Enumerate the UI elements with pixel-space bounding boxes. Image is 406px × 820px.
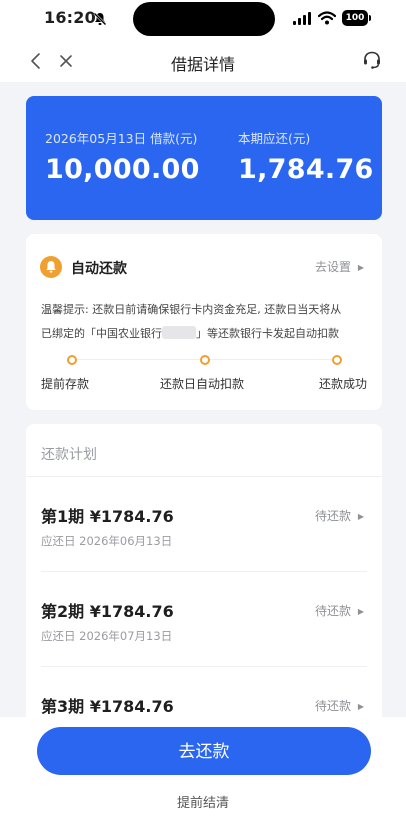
repay-button[interactable]: 去还款 [37,727,371,775]
plan-row-2[interactable]: 第2期 ¥1784.76 待还款 ▶ 应还日 2026年07月13日 [26,572,382,667]
timeline-dot [200,355,210,365]
installment-title: 第2期 ¥1784.76 [41,602,174,621]
blurred-bank-name [162,326,196,339]
installment-status: 待还款 ▶ [315,602,364,619]
battery-indicator: 100 [342,10,372,26]
installment-status: 待还款 ▶ [315,507,364,524]
timeline-dot [332,355,342,365]
customer-service-icon[interactable] [361,49,383,71]
loan-date-label: 2026年05月13日 借款(元) [45,131,198,146]
tip-line-2: 已绑定的「中国农业银行 」等还款银行卡发起自动扣款 [41,322,371,346]
installment-status-label: 待还款 [315,699,352,713]
page-title: 借据详情 [170,55,235,74]
plan-row-1[interactable]: 第1期 ¥1784.76 待还款 ▶ 应还日 2026年06月13日 [26,477,382,572]
timeline-dot [67,355,77,365]
installment-status-label: 待还款 [315,509,352,523]
auto-repay-title: 自动还款 [71,261,127,277]
due-amount-label: 本期应还(元) [238,131,311,146]
triangle-right-icon: ▶ [357,607,364,616]
triangle-right-icon: ▶ [357,263,364,272]
triangle-right-icon: ▶ [357,512,364,521]
status-time: 16:20 [44,8,96,27]
installment-title: 第1期 ¥1784.76 [41,507,174,526]
bell-icon [40,256,62,278]
setup-link[interactable]: 去设置 ▶ [315,258,364,275]
auto-repay-card: 自动还款 去设置 ▶ 温馨提示: 还款日前请确保银行卡内资金充足, 还款日当天将… [26,234,382,410]
loan-summary-card: 2026年05月13日 借款(元) 10,000.00 本期应还(元) 1,78… [26,96,382,220]
tip-text: 温馨提示: 还款日前请确保银行卡内资金充足, 还款日当天将从 已绑定的「中国农业… [41,298,371,346]
bank-name-suffix: 」等还款银行卡发起自动扣款 [196,327,339,340]
cellular-signal-icon [293,12,311,25]
timeline-step-2: 还款日自动扣款 [160,377,245,391]
scroll-content[interactable]: 2026年05月13日 借款(元) 10,000.00 本期应还(元) 1,78… [0,82,406,717]
installment-status-label: 待还款 [315,604,352,618]
due-amount: 1,784.76 [238,154,374,185]
battery-level: 100 [342,10,368,26]
installment-status: 待还款 ▶ [315,697,364,714]
plan-title: 还款计划 [41,447,97,463]
repayment-plan-card: 还款计划 第1期 ¥1784.76 待还款 ▶ 应还日 2026年06月13日 … [26,424,382,717]
installment-date: 应还日 2026年06月13日 [41,534,173,548]
timeline-step-3: 还款成功 [318,377,367,391]
dynamic-island [133,2,275,36]
timeline-step-1: 提前存款 [41,377,90,391]
wifi-icon [318,11,336,25]
early-settle-link[interactable]: 提前结清 [0,792,406,811]
nav-bar: 借据详情 [0,40,406,82]
setup-link-label: 去设置 [315,260,352,274]
installment-date: 应还日 2026年07月13日 [41,629,173,643]
triangle-right-icon: ▶ [357,702,364,711]
bottom-action-bar: 去还款 提前结清 [0,717,406,820]
bank-name-prefix: 已绑定的「中国农业银行 [41,327,162,340]
installment-title: 第3期 ¥1784.76 [41,697,174,716]
bell-muted-icon [93,12,107,26]
tip-line-1: 温馨提示: 还款日前请确保银行卡内资金充足, 还款日当天将从 [41,303,342,316]
loan-amount: 10,000.00 [45,154,200,185]
status-bar: 16:20 100 [0,0,406,40]
plan-row-3[interactable]: 第3期 ¥1784.76 待还款 ▶ [26,667,382,717]
